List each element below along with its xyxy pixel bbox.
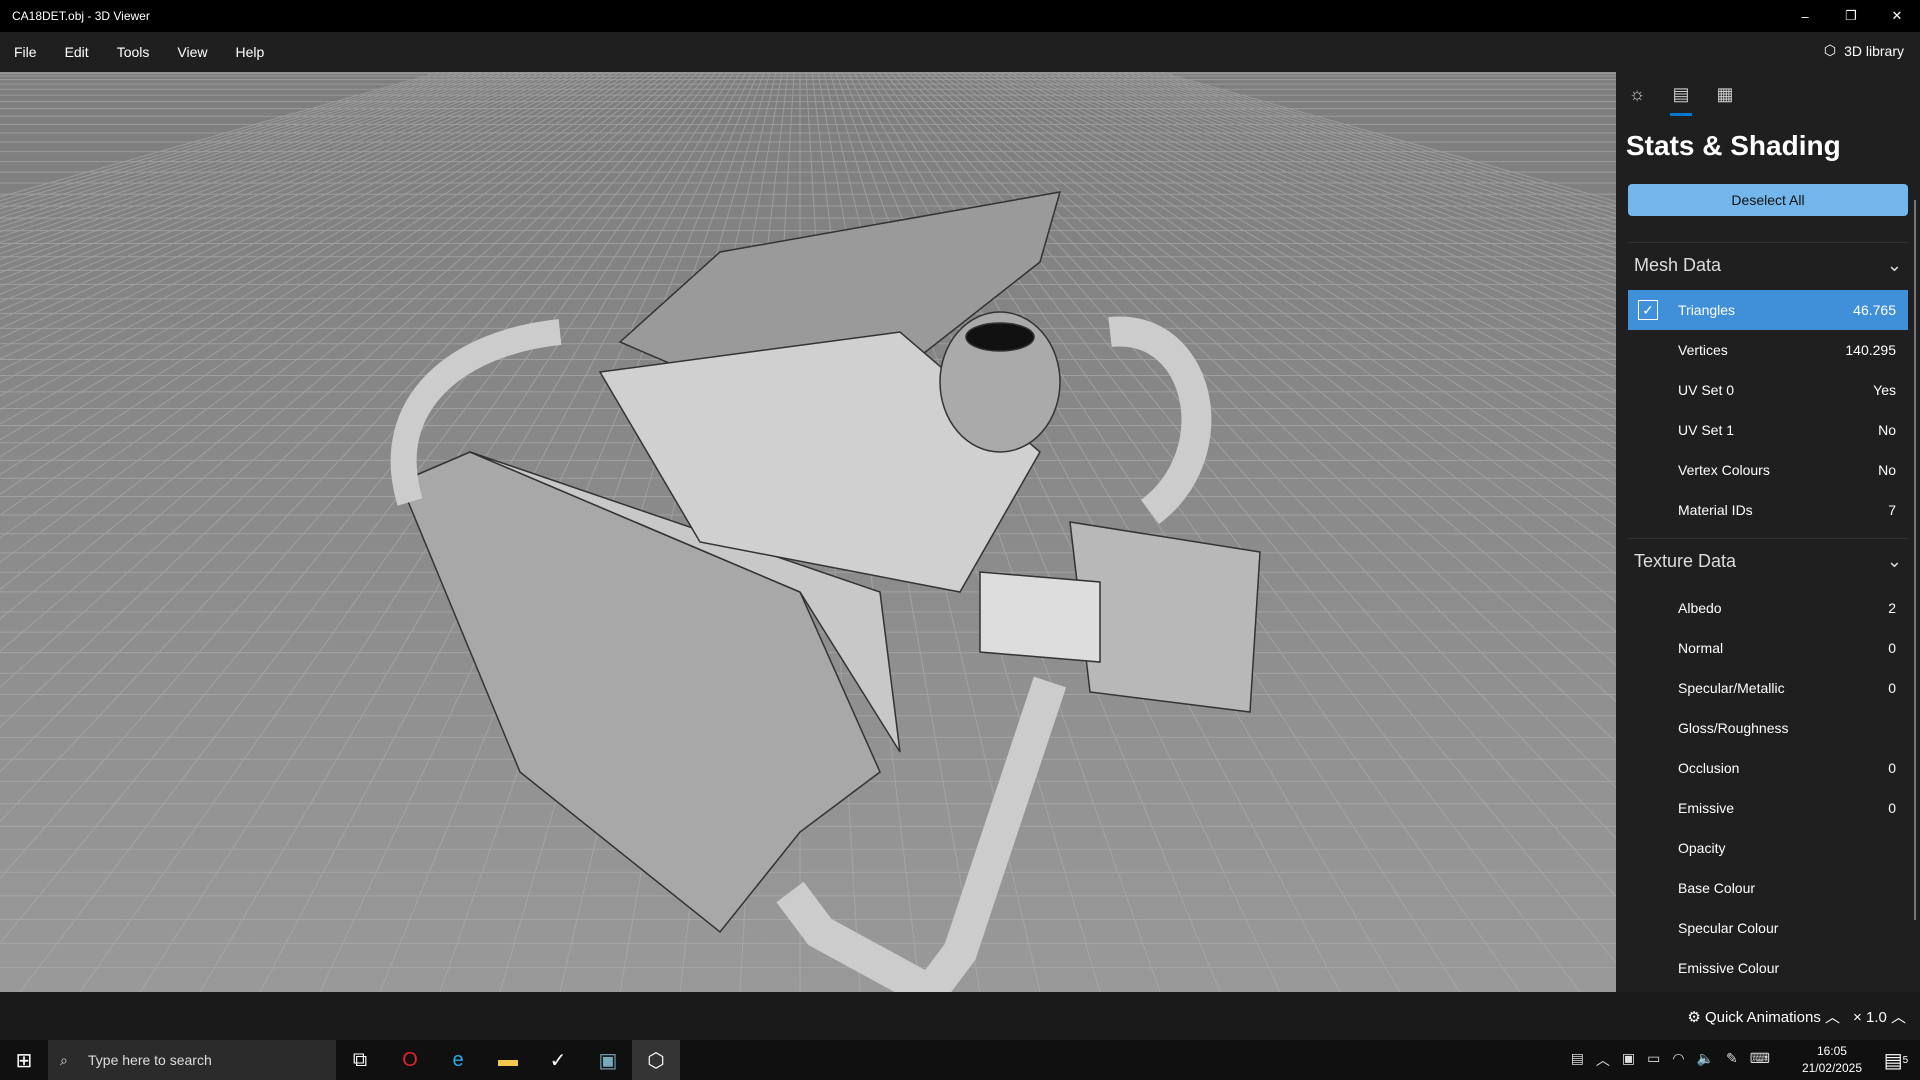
minimize-button[interactable]: – — [1782, 0, 1828, 32]
stat-label: Specular Colour — [1678, 920, 1779, 936]
menu-tools[interactable]: Tools — [103, 44, 164, 60]
texture-data-label: Texture Data — [1634, 551, 1737, 571]
stat-value: 140.295 — [1845, 342, 1896, 358]
stat-label: Vertex Colours — [1678, 462, 1770, 478]
stat-label: Emissive — [1678, 800, 1735, 816]
panel-title: Stats & Shading — [1626, 130, 1841, 161]
stat-value: 46.765 — [1853, 302, 1896, 318]
deselect-all-button[interactable]: Deselect All — [1628, 184, 1908, 216]
stat-value: 2 — [1888, 600, 1896, 616]
menu-help[interactable]: Help — [221, 44, 278, 60]
stat-row[interactable]: Specular Colour — [1628, 908, 1908, 948]
time: 16:05 — [1816, 1044, 1847, 1058]
stat-label: Base Colour — [1678, 880, 1756, 896]
checkbox-checked-icon[interactable]: ✓ — [1638, 300, 1658, 320]
stat-row[interactable]: Albedo 2 — [1628, 588, 1908, 628]
grid-tab-grid-icon[interactable]: ▦ — [1714, 84, 1736, 106]
mesh-data-header[interactable]: Mesh Data ⌄ — [1628, 242, 1908, 288]
opera-icon[interactable]: O — [386, 1040, 434, 1080]
3d-library-button[interactable]: ⬡ 3D library — [1824, 42, 1904, 59]
stat-value: 0 — [1888, 680, 1896, 696]
mesh-data-label: Mesh Data — [1634, 255, 1722, 275]
task-view-icon[interactable]: ⧉ — [336, 1040, 384, 1080]
lighting-tab-sun-icon[interactable]: ☼ — [1626, 84, 1648, 106]
stat-value: 0 — [1888, 640, 1896, 656]
stat-value: Yes — [1873, 382, 1896, 398]
windows-start-icon[interactable]: ⊞ — [0, 1040, 48, 1080]
app-icon[interactable]: ✓ — [534, 1040, 582, 1080]
restore-button[interactable]: ❐ — [1828, 0, 1874, 32]
scrollbar[interactable] — [1914, 200, 1916, 920]
search-icon: ⌕ — [60, 1051, 68, 1068]
close-button[interactable]: ✕ — [1874, 0, 1920, 32]
search-placeholder: Type here to search — [88, 1052, 212, 1068]
notification-count: 5 — [1902, 1054, 1909, 1066]
menu-edit[interactable]: Edit — [51, 44, 103, 60]
stat-row[interactable]: Opacity — [1628, 828, 1908, 868]
stat-label: Emissive Colour — [1678, 960, 1780, 976]
bottom-bar: ⚙ Quick Animations ︿ × 1.0 ︿ — [0, 992, 1920, 1040]
stat-row[interactable]: Material IDs 7 — [1628, 490, 1908, 530]
stat-value: No — [1878, 422, 1896, 438]
quick-animations-button[interactable]: ⚙ Quick Animations ︿ — [1687, 1006, 1840, 1027]
notifications-icon[interactable]: ▤ 5 — [1872, 1040, 1920, 1080]
stat-label: Normal — [1678, 640, 1724, 656]
date: 21/02/2025 — [1801, 1061, 1862, 1075]
animation-icon: ⚙ — [1687, 1009, 1705, 1026]
menu-file[interactable]: File — [0, 44, 51, 60]
app-icon-2[interactable]: ▣ — [584, 1040, 632, 1080]
quick-animations-label: Quick Animations — [1704, 1009, 1821, 1026]
file-explorer-icon[interactable]: ▬ — [484, 1040, 532, 1080]
stat-row[interactable]: Occlusion 0 — [1628, 748, 1908, 788]
stat-row[interactable]: Normal 0 — [1628, 628, 1908, 668]
stat-label: Specular/Metallic — [1678, 680, 1785, 696]
stats-tab-chart-icon[interactable]: ▤ — [1670, 84, 1692, 116]
stat-label: Opacity — [1678, 840, 1726, 856]
stats-panel: ☼ ▤ ▦ Stats & Shading Deselect All Mesh … — [1616, 72, 1920, 992]
window-title: CA18DET.obj - 3D Viewer — [12, 9, 150, 23]
stat-row[interactable]: Vertex Colours No — [1628, 450, 1908, 490]
stat-label: Occlusion — [1678, 760, 1740, 776]
stat-row[interactable]: Vertices 140.295 — [1628, 330, 1908, 370]
taskbar: ⊞ ⌕ Type here to search ⧉ O e ▬ ✓ ▣ ⬡ ▤ ︿… — [0, 1040, 1920, 1080]
stat-value: 0 — [1888, 760, 1896, 776]
speed-label: × 1.0 — [1853, 1009, 1887, 1026]
stat-label: UV Set 1 — [1678, 422, 1735, 438]
stat-row[interactable]: UV Set 1 No — [1628, 410, 1908, 450]
clock[interactable]: 16:05 21/02/2025 — [1802, 1043, 1862, 1077]
grid-floor — [0, 72, 1616, 992]
stat-row[interactable]: Gloss/Roughness — [1628, 708, 1908, 748]
3d-viewer-taskbar-icon[interactable]: ⬡ — [632, 1040, 680, 1080]
menu-view[interactable]: View — [163, 44, 221, 60]
title-bar: CA18DET.obj - 3D Viewer – ❐ ✕ — [0, 0, 1920, 32]
cube-icon: ⬡ — [1823, 42, 1837, 58]
texture-data-header[interactable]: Texture Data ⌄ — [1628, 538, 1908, 584]
stat-row[interactable]: UV Set 0 Yes — [1628, 370, 1908, 410]
stat-row[interactable]: ✓ Triangles 46.765 — [1628, 290, 1908, 330]
stat-label: UV Set 0 — [1678, 382, 1735, 398]
3d-library-label: 3D library — [1844, 42, 1904, 59]
stat-row[interactable]: Emissive Colour — [1628, 948, 1908, 988]
chevron-down-icon: ⌄ — [1886, 551, 1902, 571]
stat-label: Material IDs — [1678, 502, 1753, 518]
3d-viewport[interactable] — [0, 72, 1616, 992]
stat-label: Albedo — [1678, 600, 1722, 616]
speed-selector[interactable]: × 1.0 ︿ — [1853, 1006, 1906, 1027]
chevron-down-icon: ⌄ — [1886, 255, 1902, 275]
stat-value: No — [1878, 462, 1896, 478]
stat-row[interactable]: Emissive 0 — [1628, 788, 1908, 828]
stat-row[interactable]: Base Colour — [1628, 868, 1908, 908]
stat-label: Gloss/Roughness — [1678, 720, 1789, 736]
taskbar-search[interactable]: ⌕ Type here to search — [48, 1040, 336, 1080]
stat-value: 0 — [1888, 800, 1896, 816]
menu-bar: File Edit Tools View Help ⬡ 3D library — [0, 32, 1920, 72]
system-tray[interactable]: ▤ ︿ ▣ ▭ ◠ 🔈 ✎ ⌨ — [1571, 1050, 1770, 1070]
stat-label: Vertices — [1678, 342, 1728, 358]
stat-value: 7 — [1888, 502, 1896, 518]
stat-label: Triangles — [1678, 302, 1736, 318]
stat-row[interactable]: Specular/Metallic 0 — [1628, 668, 1908, 708]
edge-icon[interactable]: e — [434, 1040, 482, 1080]
